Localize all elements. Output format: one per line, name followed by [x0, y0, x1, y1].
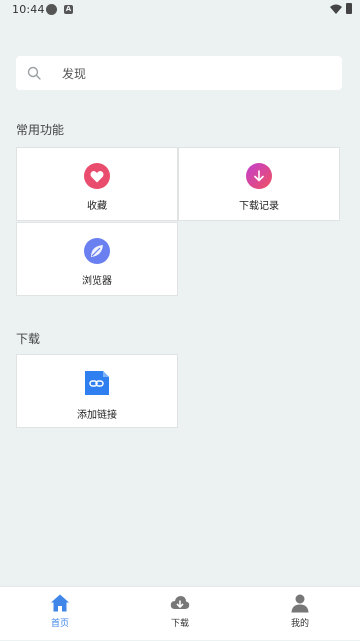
nav-item-mine[interactable]: 我的: [240, 587, 360, 641]
heart-icon: [84, 163, 110, 189]
grid-item-favorites[interactable]: 收藏: [16, 147, 178, 221]
status-bar: 10:44 A: [0, 0, 360, 20]
section-title-common: 常用功能: [16, 123, 65, 137]
nav-item-home[interactable]: 首页: [0, 587, 120, 641]
status-time: 10:44: [12, 3, 45, 16]
nav-item-download[interactable]: 下载: [120, 587, 240, 641]
grid-item-download-history[interactable]: 下载记录: [178, 147, 340, 221]
link-icon: [84, 370, 110, 396]
nav-label: 首页: [50, 619, 69, 629]
notification-dot-icon: [46, 4, 57, 15]
section-title-download: 下载: [16, 332, 41, 346]
wifi-icon: [330, 4, 342, 14]
cloud-download-icon: [170, 596, 190, 609]
a-badge-icon: A: [64, 5, 73, 14]
grid-item-label: 添加链接: [77, 410, 117, 421]
grid-item-label: 下载记录: [239, 201, 279, 212]
download-arrow-icon: [246, 163, 272, 189]
leaf-icon: [84, 238, 110, 264]
grid-item-browser[interactable]: 浏览器: [16, 222, 178, 296]
nav-label: 下载: [170, 619, 189, 629]
search-input[interactable]: 发现: [16, 56, 342, 90]
battery-icon: [346, 3, 352, 14]
person-icon: [291, 594, 309, 613]
grid-item-label: 收藏: [87, 201, 107, 212]
grid-item-add-link[interactable]: 添加链接: [16, 354, 178, 428]
search-icon: [27, 66, 41, 80]
grid-item-label: 浏览器: [82, 276, 112, 287]
bottom-nav: 首页 下载 我的: [0, 586, 360, 640]
search-placeholder: 发现: [62, 67, 87, 81]
home-icon: [51, 594, 69, 612]
nav-label: 我的: [290, 619, 309, 629]
